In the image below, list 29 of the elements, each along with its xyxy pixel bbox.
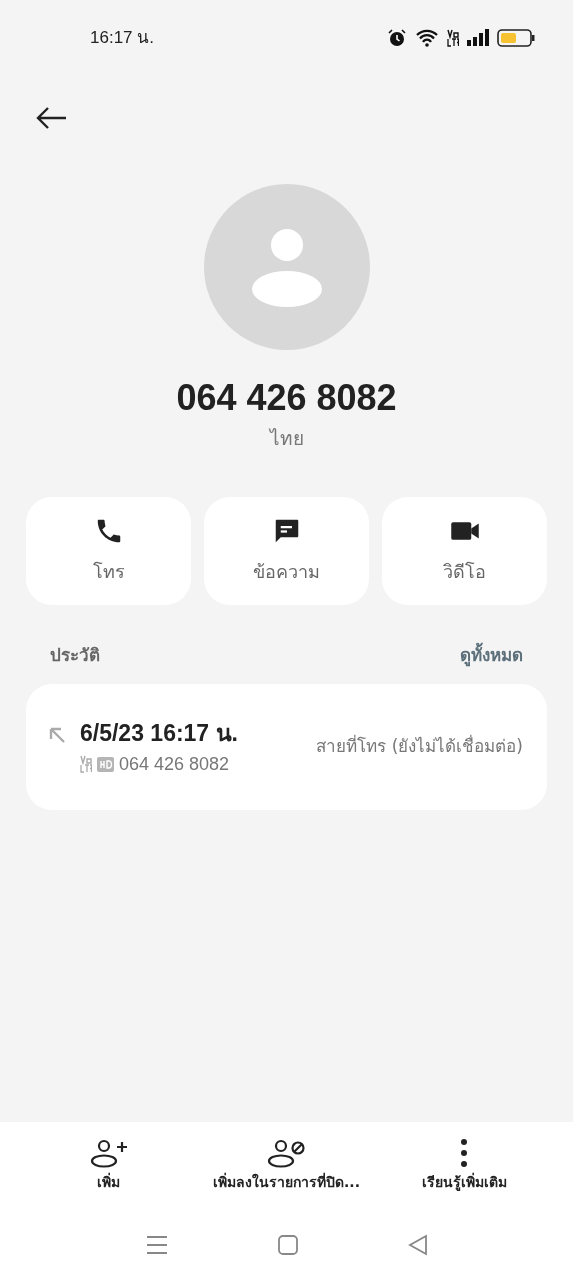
toolbar-button[interactable]: เพิ่ม <box>20 1138 198 1200</box>
home-icon[interactable] <box>277 1235 298 1255</box>
menu-icon[interactable] <box>145 1235 168 1255</box>
action-button[interactable]: โทร <box>26 496 191 605</box>
alarm-icon <box>387 28 407 48</box>
toolbar-button[interactable]: เพิ่มลงในรายการที่ปิด... <box>197 1138 376 1200</box>
signal-icon <box>467 29 489 47</box>
see-all-link[interactable]: ดูทั้งหมด <box>460 642 523 668</box>
call-number: 064 426 8082 <box>119 752 230 776</box>
battery-icon <box>497 28 535 48</box>
action-button[interactable]: วิดีโอ <box>382 496 547 605</box>
add-person-icon <box>89 1138 128 1168</box>
call-datetime: 6/5/23 16:17 น. <box>80 719 238 749</box>
hd-icon <box>97 756 114 772</box>
section-title: ประวัติ <box>50 643 100 667</box>
location-label: ไทย <box>269 426 304 451</box>
wifi-icon <box>415 28 439 48</box>
phone-number: 064 426 8082 <box>176 376 397 420</box>
back-arrow-icon <box>35 106 67 130</box>
person-icon <box>250 227 323 307</box>
block-person-icon <box>267 1138 306 1168</box>
outgoing-call-icon <box>48 726 66 745</box>
back-icon[interactable] <box>407 1234 428 1256</box>
more-icon <box>460 1138 469 1168</box>
call-log-card[interactable]: 6/5/23 16:17 น. 064 426 8082 สายที่โทร (ยังไม่ได้เชื่อมต่อ) <box>26 684 547 810</box>
call-status: สายที่โทร (ยังไม่ได้เชื่อมต่อ) <box>316 734 523 759</box>
toolbar-button[interactable]: เรียนรู้เพิ่มเติม <box>375 1138 553 1200</box>
action-button[interactable]: ข้อความ <box>204 496 369 605</box>
status-time: 16:17 น. <box>90 27 154 50</box>
